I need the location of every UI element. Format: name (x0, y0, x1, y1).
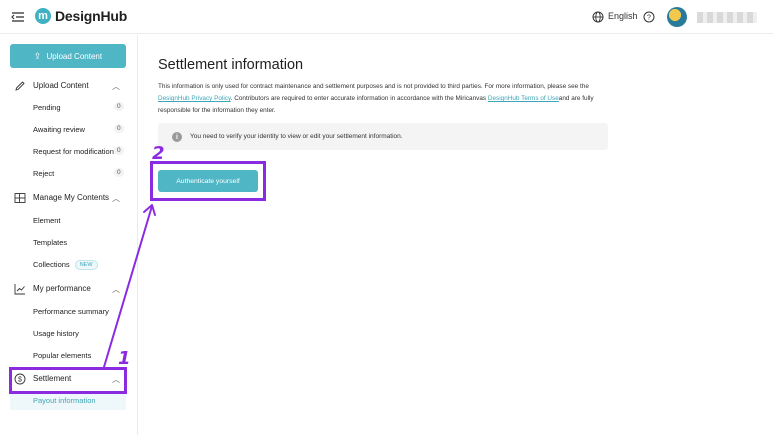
sidebar-section-label: Upload Content (33, 81, 89, 90)
info-icon: i (172, 132, 182, 142)
svg-text:?: ? (647, 15, 651, 22)
sidebar-section-label: Manage My Contents (33, 193, 110, 202)
notice-text: You need to verify your identity to view… (190, 133, 403, 140)
reject-count: 0 (114, 168, 124, 177)
highlight-box-authenticate (150, 161, 266, 201)
help-icon[interactable]: ? (643, 11, 655, 23)
layout-grid-icon (14, 193, 26, 203)
sidebar-item-usage-history[interactable]: Usage history (33, 329, 79, 338)
sidebar-item-element[interactable]: Element (33, 216, 61, 225)
upload-content-button-label: Upload Content (46, 51, 103, 61)
pencil-icon (15, 81, 25, 91)
top-header: m DesignHub English ? (0, 0, 773, 34)
sidebar-item-performance-summary[interactable]: Performance summary (33, 307, 109, 316)
sidebar-section-manage-my-contents[interactable]: Manage My Contents ︿ (0, 188, 138, 208)
logo-icon: m (35, 8, 51, 24)
description-text: . Contributors are required to enter acc… (230, 95, 488, 102)
chevron-up-icon: ︿ (112, 82, 120, 91)
globe-icon[interactable] (592, 11, 604, 23)
pending-count: 0 (114, 102, 124, 111)
sidebar-section-upload-content[interactable]: Upload Content ︿ (0, 76, 138, 96)
collapse-menu-icon[interactable] (11, 10, 25, 24)
sidebar-section-label: My performance (33, 284, 91, 293)
sidebar-section-my-performance[interactable]: My performance ︿ (0, 279, 138, 299)
settlement-description: This information is only used for contra… (158, 81, 618, 117)
collections-label: Collections (33, 260, 70, 269)
sidebar-item-awaiting-review[interactable]: Awaiting review (33, 125, 85, 134)
highlight-box-settlement (9, 367, 127, 394)
request-for-modification-count: 0 (114, 146, 124, 155)
arrow-head (143, 204, 156, 216)
description-text: This information is only used for contra… (158, 83, 589, 90)
sidebar-item-popular-elements[interactable]: Popular elements (33, 351, 91, 360)
privacy-policy-link[interactable]: DesignHub Privacy Policy (158, 95, 231, 102)
app-logo[interactable]: m DesignHub (35, 8, 127, 24)
user-avatar[interactable] (667, 7, 687, 27)
upload-content-button[interactable]: ⇪ Upload Content (10, 44, 126, 68)
terms-of-use-link[interactable]: DesignHub Terms of Use (488, 95, 559, 102)
line-chart-icon (14, 284, 25, 295)
page-title: Settlement information (158, 57, 304, 73)
user-name-redacted[interactable] (697, 12, 757, 23)
awaiting-review-count: 0 (114, 124, 124, 133)
payout-information-label: Payout information (33, 396, 96, 405)
sidebar-item-collections[interactable]: Collections NEW (33, 260, 98, 270)
sidebar-item-pending[interactable]: Pending (33, 103, 61, 112)
chevron-up-icon: ︿ (112, 194, 120, 203)
sidebar-item-request-for-modification[interactable]: Request for modification (33, 147, 114, 156)
language-selector[interactable]: English (608, 11, 638, 21)
upload-icon: ⇪ (33, 50, 42, 61)
chevron-up-icon: ︿ (112, 285, 120, 294)
sidebar-item-templates[interactable]: Templates (33, 238, 67, 247)
identity-verification-notice: i You need to verify your identity to vi… (158, 123, 608, 150)
app-name: DesignHub (55, 8, 128, 24)
sidebar-item-reject[interactable]: Reject (33, 169, 54, 178)
new-badge: NEW (74, 260, 98, 270)
